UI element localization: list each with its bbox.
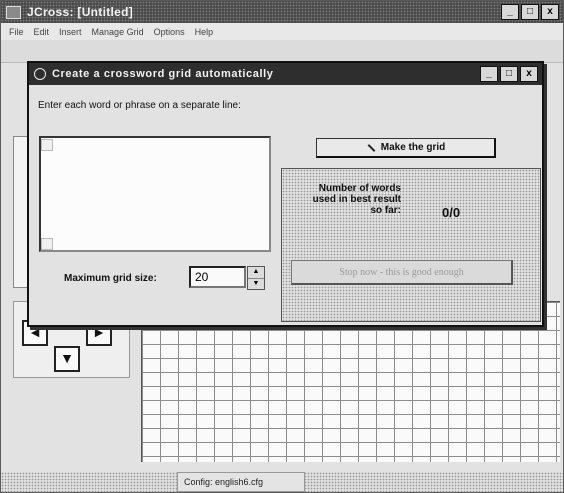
toolbar bbox=[1, 40, 563, 63]
word-entry-prompt: Enter each word or phrase on a separate … bbox=[38, 100, 241, 111]
down-arrow-button[interactable]: ▼ bbox=[54, 346, 80, 372]
statusbar: Config: english6.cfg bbox=[1, 472, 563, 492]
best-result-value: 0/0 bbox=[442, 205, 461, 220]
menu-insert[interactable]: Insert bbox=[59, 27, 82, 37]
make-grid-button[interactable]: Make the grid bbox=[316, 138, 496, 158]
status-cell-left bbox=[1, 472, 177, 490]
menubar: File Edit Insert Manage Grid Options Hel… bbox=[1, 23, 563, 40]
main-close-button[interactable]: x bbox=[541, 4, 559, 20]
dialog-icon bbox=[34, 68, 46, 80]
results-panel: Number of words used in best result so f… bbox=[281, 168, 541, 322]
max-grid-size-label: Maximum grid size: bbox=[64, 273, 157, 284]
menu-options[interactable]: Options bbox=[154, 27, 185, 37]
make-grid-label: Make the grid bbox=[380, 142, 446, 153]
create-grid-dialog: Create a crossword grid automatically _ … bbox=[27, 61, 544, 327]
status-config: Config: english6.cfg bbox=[177, 472, 305, 492]
max-grid-size-spinner[interactable]: ▲ ▼ bbox=[247, 266, 265, 290]
spinner-up-icon[interactable]: ▲ bbox=[248, 267, 264, 279]
main-title-bar[interactable]: JCross: [Untitled] _ □ x bbox=[1, 1, 563, 23]
menu-manage-grid[interactable]: Manage Grid bbox=[92, 27, 144, 37]
word-list-input[interactable] bbox=[39, 136, 271, 252]
main-minimize-button[interactable]: _ bbox=[501, 4, 519, 20]
dialog-close-button[interactable]: x bbox=[520, 66, 538, 82]
app-icon bbox=[6, 5, 21, 19]
spinner-down-icon[interactable]: ▼ bbox=[248, 279, 264, 290]
main-maximize-button[interactable]: □ bbox=[521, 4, 539, 20]
dialog-maximize-button[interactable]: □ bbox=[500, 66, 518, 82]
menu-help[interactable]: Help bbox=[195, 27, 214, 37]
dialog-title: Create a crossword grid automatically bbox=[52, 68, 274, 80]
best-result-label: Number of words used in best result so f… bbox=[312, 183, 401, 216]
main-window-title: JCross: [Untitled] bbox=[27, 5, 134, 19]
dialog-minimize-button[interactable]: _ bbox=[480, 66, 498, 82]
stop-now-button[interactable]: Stop now - this is good enough bbox=[291, 260, 513, 285]
scroll-down-stub[interactable] bbox=[41, 238, 53, 250]
menu-edit[interactable]: Edit bbox=[34, 27, 50, 37]
status-cell-right bbox=[305, 472, 563, 490]
magic-wand-icon bbox=[366, 143, 375, 152]
dialog-title-bar[interactable]: Create a crossword grid automatically _ … bbox=[29, 63, 542, 85]
max-grid-size-input[interactable]: 20 bbox=[189, 266, 246, 288]
scroll-up-stub[interactable] bbox=[41, 139, 53, 151]
menu-file[interactable]: File bbox=[9, 27, 24, 37]
